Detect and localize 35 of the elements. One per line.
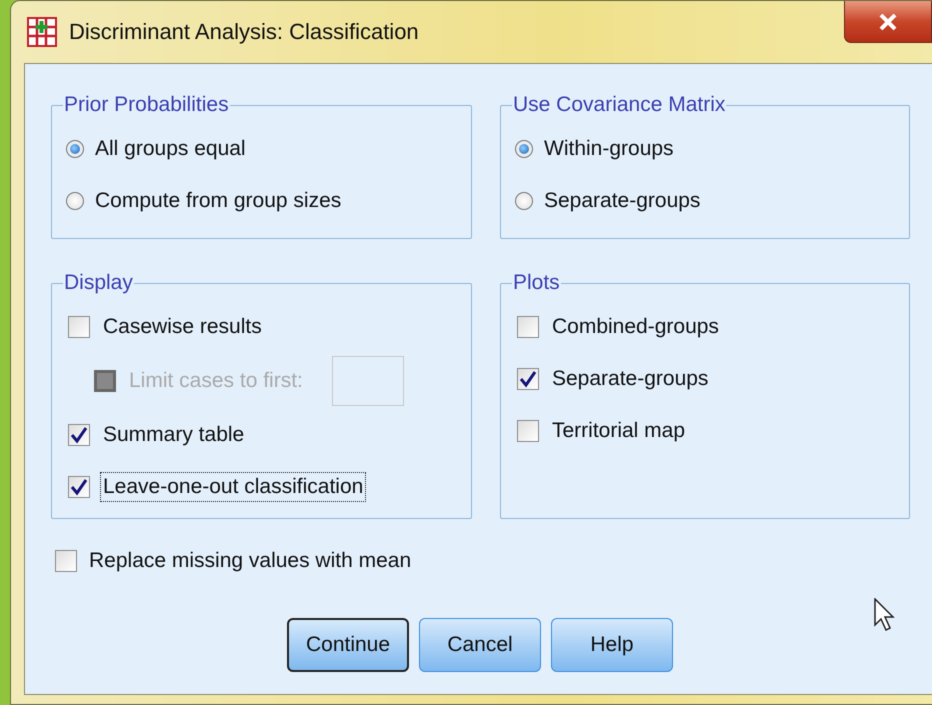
group-title: Plots [512,271,561,295]
dialog-button[interactable]: Help [551,618,673,672]
radio-button[interactable] [66,192,84,210]
mouse-cursor-icon [874,598,898,632]
checkbox[interactable] [68,424,90,446]
checkbox[interactable] [517,316,539,338]
radio-label[interactable]: All groups equal [92,134,249,164]
input-field[interactable] [332,356,404,406]
checkbox-label[interactable]: Combined-groups [549,312,722,342]
dialog-button[interactable]: Cancel [419,618,541,672]
checkbox[interactable] [55,550,77,572]
app-icon [27,17,57,47]
group-title: Prior Probabilities [63,93,230,117]
radio-label[interactable]: Compute from group sizes [92,186,344,216]
close-button[interactable] [844,1,932,43]
window-title: Discriminant Analysis: Classification [69,19,419,45]
group-title: Use Covariance Matrix [512,93,726,117]
checkbox-label[interactable]: Casewise results [100,312,265,342]
dialog-button[interactable]: Continue [287,618,409,672]
radio-button[interactable] [66,140,84,158]
checkbox-label[interactable]: Separate-groups [549,364,712,394]
checkbox[interactable] [68,476,90,498]
radio-button[interactable] [515,192,533,210]
radio-button[interactable] [515,140,533,158]
checkbox-label[interactable]: Leave-one-out classification [100,472,366,502]
radio-label[interactable]: Within-groups [541,134,677,164]
checkbox[interactable] [517,420,539,442]
checkbox[interactable] [517,368,539,390]
checkbox-label[interactable]: Territorial map [549,416,688,446]
checkbox-label[interactable]: Summary table [100,420,248,450]
checkbox[interactable] [68,316,90,338]
radio-label[interactable]: Separate-groups [541,186,704,216]
close-icon [878,12,898,30]
group-title: Display [63,271,134,295]
checkbox-label[interactable]: Replace missing values with mean [89,549,412,573]
